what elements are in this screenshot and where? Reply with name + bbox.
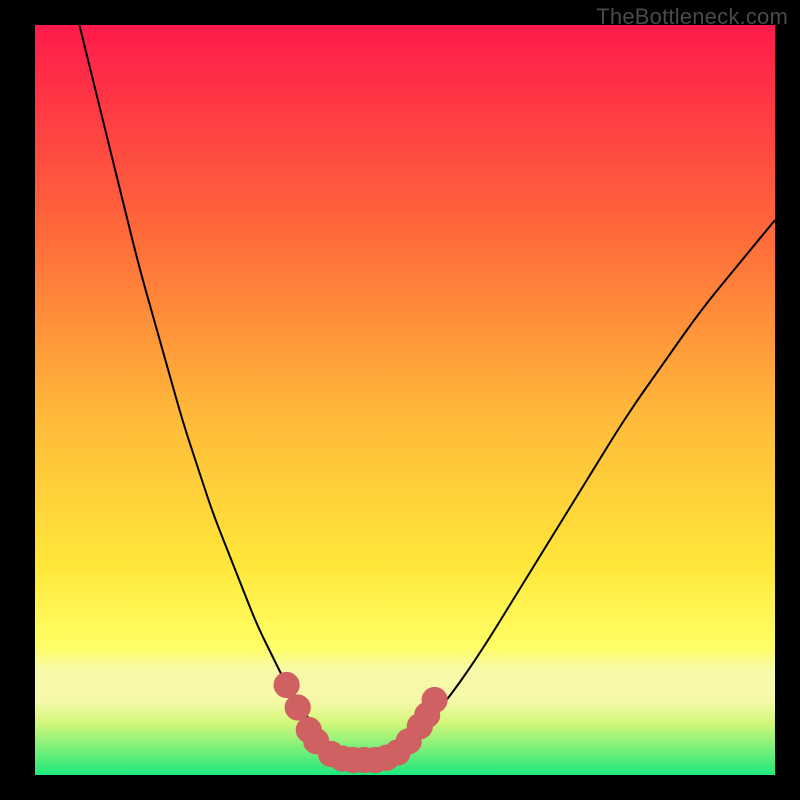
plot-area [35,25,775,775]
curve-marker [274,672,299,697]
curve-marker [285,695,310,720]
outer-frame: TheBottleneck.com [0,0,800,800]
gradient-background [35,25,775,775]
watermark-text: TheBottleneck.com [596,4,788,30]
bottleneck-chart [35,25,775,775]
curve-marker [422,687,447,712]
